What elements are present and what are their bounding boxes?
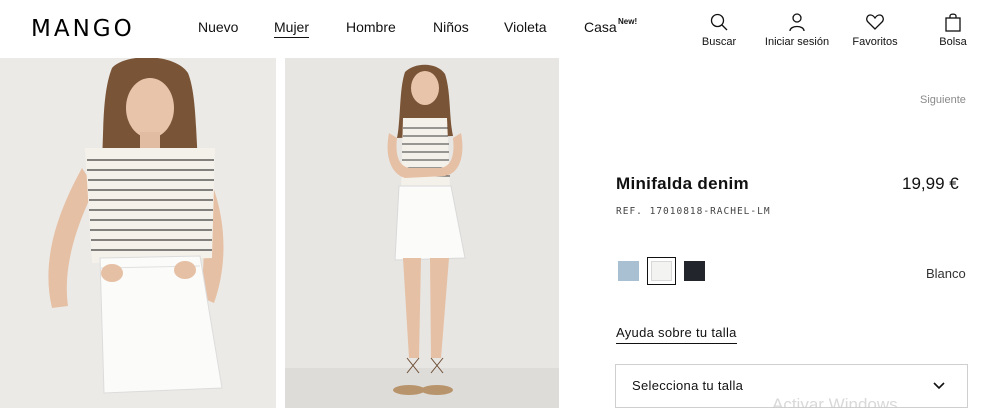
color-swatch-white[interactable]: [647, 257, 676, 285]
favorites-button[interactable]: Favoritos: [850, 12, 900, 48]
bag-label: Bolsa: [939, 36, 967, 48]
next-product-link[interactable]: Siguiente: [920, 94, 966, 106]
product-reference: REF. 17010818-RACHEL-LM: [616, 206, 771, 217]
nav-item-nuevo[interactable]: Nuevo: [198, 19, 238, 35]
chevron-down-icon: [933, 382, 945, 390]
windows-activation-watermark: Activar Windows: [772, 395, 898, 408]
model-closeup-illustration: [0, 58, 276, 408]
new-badge: New!: [618, 17, 638, 26]
selected-color-name: Blanco: [926, 266, 966, 281]
nav-item-mujer[interactable]: Mujer: [274, 19, 310, 38]
brand-logo[interactable]: MANGO: [31, 16, 135, 42]
nav-item-hombre[interactable]: Hombre: [346, 19, 396, 35]
product-image-1[interactable]: [0, 58, 276, 408]
bag-button[interactable]: Bolsa: [935, 12, 971, 48]
nav-item-ninos[interactable]: Niños: [433, 19, 469, 35]
product-title: Minifalda denim: [616, 174, 749, 193]
product-price: 19,99 €: [902, 174, 959, 193]
size-select-label: Selecciona tu talla: [632, 378, 744, 393]
color-swatch-light-blue[interactable]: [618, 261, 639, 281]
search-label: Buscar: [701, 36, 737, 48]
nav-item-casa-label: Casa: [584, 19, 617, 35]
login-button[interactable]: Iniciar sesión: [761, 12, 833, 48]
nav-item-casa[interactable]: Casa New!: [584, 17, 637, 35]
search-icon: [710, 13, 728, 31]
nav-item-violeta[interactable]: Violeta: [504, 19, 547, 35]
site-header: MANGO Nuevo Mujer Hombre Niños Violeta C…: [0, 0, 986, 58]
model-fullbody-illustration: [285, 58, 559, 408]
search-button[interactable]: Buscar: [699, 12, 739, 48]
user-icon: [789, 13, 805, 32]
size-help-link[interactable]: Ayuda sobre tu talla: [616, 325, 737, 344]
login-label: Iniciar sesión: [764, 36, 830, 48]
heart-icon: [866, 14, 884, 30]
favorites-label: Favoritos: [852, 36, 898, 48]
product-image-2[interactable]: [285, 58, 559, 408]
bag-icon: [945, 13, 961, 32]
color-swatch-black[interactable]: [684, 261, 705, 281]
